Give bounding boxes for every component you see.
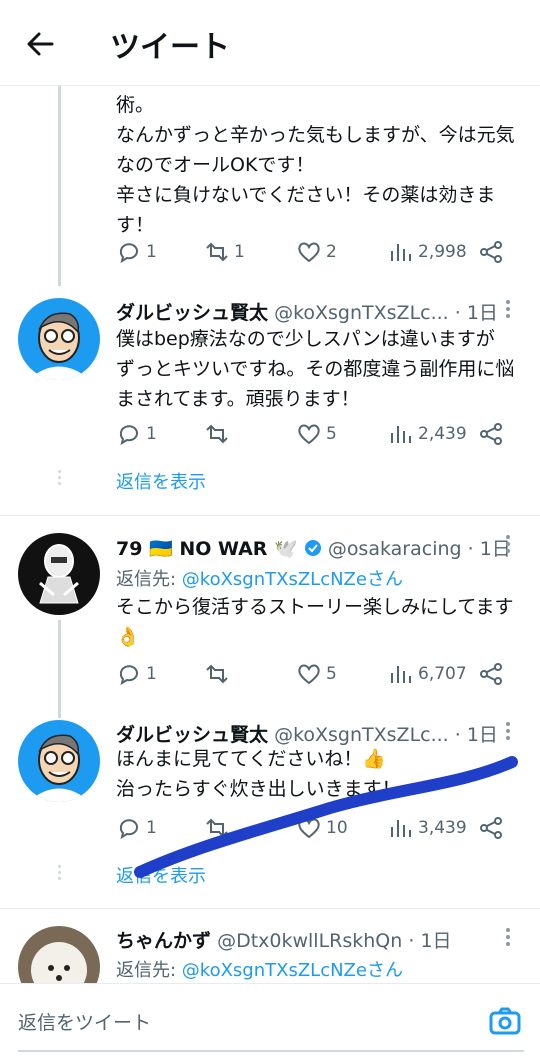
- analytics-icon: [391, 244, 411, 261]
- more-options-icon[interactable]: [506, 300, 514, 321]
- divider: [0, 908, 540, 909]
- replying-to: 返信先: @koXsgnTXsZLcNZeさん: [116, 569, 403, 590]
- like-button[interactable]: 2: [296, 237, 337, 267]
- user-handle[interactable]: @Dtx0kwllLRskhQn: [217, 930, 402, 952]
- share-icon: [480, 663, 502, 685]
- page-title: ツイート: [110, 30, 230, 65]
- share-icon: [480, 241, 502, 263]
- show-replies-link[interactable]: 返信を表示: [116, 468, 206, 494]
- user-handle[interactable]: @koXsgnTXsZLc...: [274, 724, 449, 746]
- analytics-icon: [391, 666, 411, 683]
- replying-to-handle[interactable]: @koXsgnTXsZLcNZeさん: [182, 960, 403, 981]
- heart-icon: [298, 664, 320, 685]
- replying-to-handle[interactable]: @koXsgnTXsZLcNZeさん: [182, 569, 403, 590]
- reply-button[interactable]: 1: [116, 813, 157, 843]
- avatar[interactable]: [18, 533, 100, 615]
- timestamp[interactable]: · 1日: [408, 930, 451, 952]
- avatar[interactable]: [18, 298, 100, 380]
- top-bar: ツイート: [0, 0, 540, 86]
- display-name[interactable]: ダルビッシュ賢太: [116, 724, 268, 746]
- thread-connector: [58, 620, 61, 718]
- divider: [0, 515, 540, 516]
- display-name[interactable]: ダルビッシュ賢太: [116, 302, 268, 324]
- analytics-icon: [391, 820, 411, 837]
- reply-icon: [119, 665, 138, 686]
- like-button[interactable]: 5: [296, 659, 337, 689]
- reply-button[interactable]: 1: [116, 237, 157, 267]
- share-button[interactable]: [478, 237, 504, 267]
- share-button[interactable]: [478, 659, 504, 689]
- share-button[interactable]: [478, 813, 504, 843]
- timestamp[interactable]: · 1日: [455, 724, 498, 746]
- tweet-body: ほんまに見ててくださいね！👍 治ったらすぐ炊き出しいきます！: [116, 748, 401, 800]
- views-button[interactable]: 3,439: [388, 813, 467, 843]
- views-button[interactable]: 2,439: [388, 419, 467, 449]
- cartoon-avatar-icon: [18, 720, 100, 802]
- heart-icon: [298, 424, 320, 445]
- display-name[interactable]: 79 🇺🇦 NO WAR 🕊️: [116, 538, 298, 560]
- share-icon: [480, 423, 502, 445]
- views-button[interactable]: 2,998: [388, 237, 467, 267]
- robot-avatar-icon: [18, 533, 100, 615]
- heart-icon: [298, 242, 320, 263]
- reply-icon: [119, 425, 138, 446]
- input-underline: [18, 1050, 524, 1052]
- avatar[interactable]: [18, 720, 100, 802]
- reply-composer: 返信をツイート: [0, 983, 540, 1057]
- display-name[interactable]: ちゃんかず: [116, 930, 211, 952]
- tweet-actions: 1 1 2 2,998: [116, 237, 512, 267]
- cartoon-avatar-icon: [18, 298, 100, 380]
- retweet-icon: [206, 424, 228, 444]
- replying-to: 返信先: @koXsgnTXsZLcNZeさん: [116, 960, 403, 981]
- reply-button[interactable]: 1: [116, 659, 157, 689]
- back-arrow-icon[interactable]: [22, 26, 58, 62]
- retweet-icon: [206, 664, 228, 684]
- reply-icon: [119, 819, 138, 840]
- retweet-icon: [206, 242, 228, 262]
- retweet-button[interactable]: 1: [204, 237, 245, 267]
- analytics-icon: [391, 426, 411, 443]
- tweet-body: そこから復活するストーリー楽しみにしてます 👌: [116, 596, 514, 648]
- retweet-button[interactable]: [204, 813, 234, 843]
- user-handle[interactable]: @koXsgnTXsZLc...: [274, 302, 449, 324]
- tweet-author-row[interactable]: 79 🇺🇦 NO WAR 🕊️ @osakaracing · 1日: [116, 534, 511, 561]
- verified-badge-icon: [304, 540, 321, 556]
- more-options-icon[interactable]: [506, 928, 514, 949]
- camera-icon[interactable]: [488, 1004, 522, 1038]
- share-icon: [480, 817, 502, 839]
- views-button[interactable]: 6,707: [388, 659, 467, 689]
- tweet-actions: 1 5 2,439: [116, 419, 512, 449]
- reply-button[interactable]: 1: [116, 419, 157, 449]
- more-options-icon[interactable]: [506, 722, 514, 743]
- like-button[interactable]: 10: [296, 813, 348, 843]
- timestamp[interactable]: · 1日: [455, 302, 498, 324]
- share-button[interactable]: [478, 419, 504, 449]
- tweet-author-row[interactable]: ダルビッシュ賢太 @koXsgnTXsZLc... · 1日: [116, 720, 498, 747]
- retweet-icon: [206, 818, 228, 838]
- tweet-author-row[interactable]: ちゃんかず @Dtx0kwllLRskhQn · 1日: [116, 926, 452, 953]
- timestamp[interactable]: · 1日: [468, 538, 511, 560]
- thread-dots: [57, 865, 62, 883]
- thread-connector: [58, 86, 61, 286]
- tweet-body: 僕はbep療法なので少しスパンは違いますが ずっとキツいですね。その都度違う副作…: [116, 328, 515, 410]
- tweet-author-row[interactable]: ダルビッシュ賢太 @koXsgnTXsZLc... · 1日: [116, 298, 498, 325]
- tweet-actions: 1 5 6,707: [116, 659, 512, 689]
- more-options-icon[interactable]: [506, 535, 514, 556]
- user-handle[interactable]: @osakaracing: [328, 538, 462, 560]
- like-button[interactable]: 5: [296, 419, 337, 449]
- thread-dots: [57, 470, 62, 488]
- reply-icon: [119, 243, 138, 264]
- retweet-button[interactable]: [204, 659, 234, 689]
- show-replies-link[interactable]: 返信を表示: [116, 862, 206, 888]
- retweet-button[interactable]: [204, 419, 234, 449]
- tweet-body: 術。 なんかずっと辛かった気もしますが、今は元気 なのでオールOKです！ 辛さに…: [116, 94, 515, 236]
- reply-input[interactable]: 返信をツイート: [18, 1008, 151, 1035]
- tweet-actions: 1 10 3,439: [116, 813, 512, 843]
- heart-icon: [298, 818, 320, 839]
